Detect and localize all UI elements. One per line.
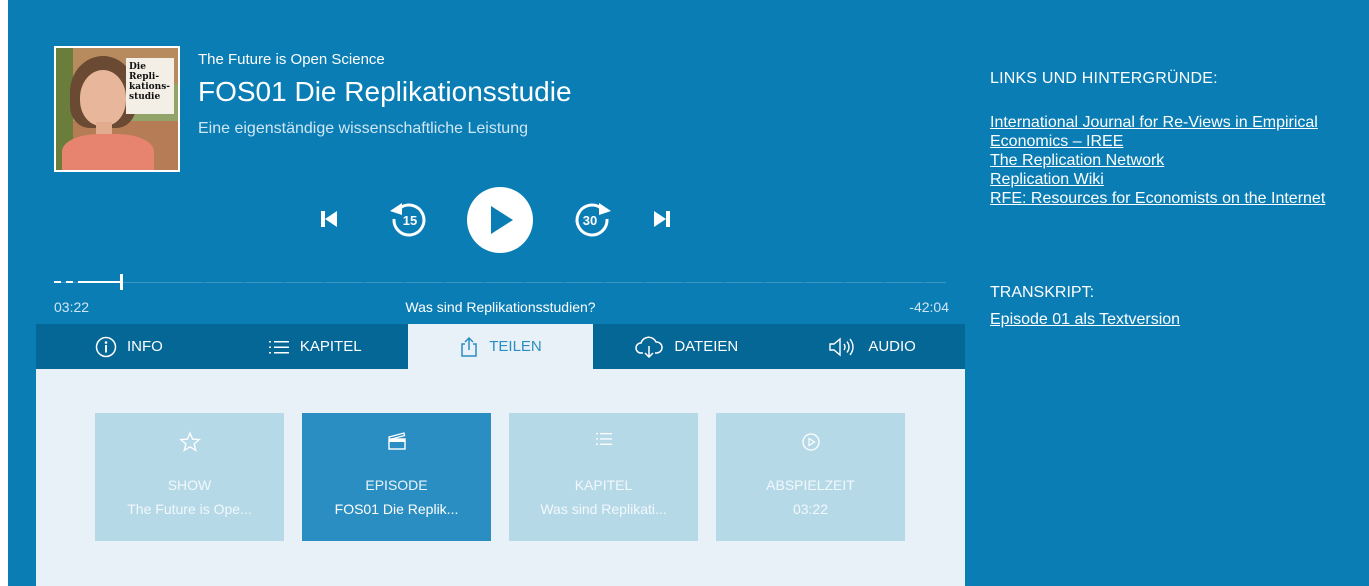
chapter-marker bbox=[244, 282, 245, 284]
progress-played bbox=[78, 281, 121, 283]
chapter-marker bbox=[404, 282, 405, 284]
links-heading: LINKS UND HINTERGRÜNDE: bbox=[990, 70, 1218, 87]
share-playtime-value: 03:22 bbox=[792, 501, 829, 517]
transcript-heading: TRANSKRIPT: bbox=[990, 284, 1095, 301]
share-show-value: The Future is Ope... bbox=[127, 501, 252, 517]
playback-controls: 15 30 bbox=[36, 187, 965, 253]
chapter-marker bbox=[644, 282, 645, 284]
tab-dateien-label: DATEIEN bbox=[674, 338, 739, 355]
tab-audio[interactable]: AUDIO bbox=[779, 324, 965, 369]
speaker-icon bbox=[829, 337, 855, 356]
tab-dateien[interactable]: DATEIEN bbox=[593, 324, 779, 369]
chapter-marker bbox=[844, 282, 845, 284]
skip-previous-icon bbox=[321, 211, 337, 227]
fast-forward-icon: 30 bbox=[575, 203, 611, 237]
skip-forward-seconds: 30 bbox=[583, 213, 597, 228]
play-circle-icon bbox=[801, 433, 820, 451]
share-chapter-value: Was sind Replikati... bbox=[540, 501, 667, 517]
share-icon bbox=[461, 336, 477, 357]
skip-back-seconds: 15 bbox=[403, 213, 417, 228]
chapter-marker bbox=[724, 282, 725, 284]
chapter-marker bbox=[564, 282, 565, 284]
page: Die Repli-kations-studie The Future is O… bbox=[0, 0, 1369, 586]
show-notes-sidebar: LINKS UND HINTERGRÜNDE: International Jo… bbox=[990, 0, 1350, 586]
tab-audio-label: AUDIO bbox=[868, 338, 916, 355]
player-tabs: INFO KAPITEL TEILEN DATEIEN AUDIO bbox=[36, 324, 965, 369]
tab-info-label: INFO bbox=[126, 338, 163, 355]
chapter-marker bbox=[684, 282, 685, 284]
progress-bar[interactable] bbox=[54, 270, 946, 294]
play-icon bbox=[491, 206, 513, 234]
play-button[interactable] bbox=[467, 187, 533, 253]
cover-label: Die Repli-kations-studie bbox=[126, 58, 174, 114]
chapter-marker bbox=[324, 282, 325, 284]
share-panel: SHOW The Future is Ope... EPISODE FOS01 … bbox=[36, 369, 965, 586]
skip-next-icon bbox=[654, 211, 670, 227]
episode-title: FOS01 Die Replikationsstudie bbox=[198, 76, 572, 107]
current-chapter-title: Was sind Replikationsstudien? bbox=[405, 299, 596, 315]
episode-subtitle: Eine eigenständige wissenschaftliche Lei… bbox=[198, 120, 528, 137]
share-show-label: SHOW bbox=[167, 477, 212, 493]
tab-teilen[interactable]: TEILEN bbox=[407, 324, 594, 369]
tab-teilen-label: TEILEN bbox=[489, 338, 542, 355]
remaining-time: -42:04 bbox=[909, 299, 949, 315]
chapter-markers bbox=[54, 282, 946, 284]
clapperboard-icon bbox=[387, 432, 406, 450]
cloud-download-icon bbox=[635, 336, 664, 358]
tab-kapitel[interactable]: KAPITEL bbox=[222, 324, 408, 369]
chapter-marker bbox=[884, 282, 885, 284]
info-icon bbox=[95, 336, 117, 357]
link-replication-network[interactable]: The Replication Network bbox=[990, 151, 1335, 170]
link-rfe[interactable]: RFE: Resources for Economists on the Int… bbox=[990, 189, 1335, 208]
chapter-marker bbox=[364, 282, 365, 284]
share-show-card[interactable]: SHOW The Future is Ope... bbox=[95, 413, 284, 541]
skip-forward-button[interactable]: 30 bbox=[569, 199, 615, 241]
share-episode-label: EPISODE bbox=[365, 477, 428, 493]
previous-chapter-button[interactable] bbox=[317, 207, 341, 231]
transcript-link[interactable]: Episode 01 als Textversion bbox=[990, 310, 1180, 329]
skip-back-button[interactable]: 15 bbox=[386, 199, 430, 241]
share-episode-card[interactable]: EPISODE FOS01 Die Replik... bbox=[302, 413, 491, 541]
list-icon bbox=[595, 433, 612, 445]
list-icon bbox=[268, 340, 289, 353]
chapter-marker bbox=[804, 282, 805, 284]
share-playtime-card[interactable]: ABSPIELZEIT 03:22 bbox=[716, 413, 905, 541]
star-icon bbox=[178, 431, 201, 452]
chapter-marker bbox=[524, 282, 525, 284]
link-replication-wiki[interactable]: Replication Wiki bbox=[990, 170, 1335, 189]
show-title: The Future is Open Science bbox=[198, 51, 385, 68]
share-chapter-card[interactable]: KAPITEL Was sind Replikati... bbox=[509, 413, 698, 541]
share-playtime-label: ABSPIELZEIT bbox=[766, 477, 855, 493]
share-episode-value: FOS01 Die Replik... bbox=[334, 501, 459, 517]
chapter-marker bbox=[924, 282, 925, 284]
chapter-marker bbox=[204, 282, 205, 284]
tab-info[interactable]: INFO bbox=[36, 324, 222, 369]
links-list: International Journal for Re-Views in Em… bbox=[990, 113, 1335, 208]
tab-kapitel-label: KAPITEL bbox=[299, 338, 362, 355]
podcast-player: Die Repli-kations-studie The Future is O… bbox=[36, 0, 965, 586]
chapter-marker bbox=[284, 282, 285, 284]
share-cards: SHOW The Future is Ope... EPISODE FOS01 … bbox=[95, 413, 905, 541]
rewind-icon: 15 bbox=[390, 203, 426, 237]
chapter-marker bbox=[484, 282, 485, 284]
chapter-marker bbox=[604, 282, 605, 284]
chapter-marker bbox=[764, 282, 765, 284]
next-chapter-button[interactable] bbox=[650, 207, 674, 231]
chapter-marker bbox=[444, 282, 445, 284]
link-iree[interactable]: International Journal for Re-Views in Em… bbox=[990, 113, 1335, 151]
share-chapter-label: KAPITEL bbox=[574, 477, 633, 493]
progress-handle[interactable] bbox=[120, 274, 123, 290]
episode-cover-image: Die Repli-kations-studie bbox=[54, 46, 180, 172]
